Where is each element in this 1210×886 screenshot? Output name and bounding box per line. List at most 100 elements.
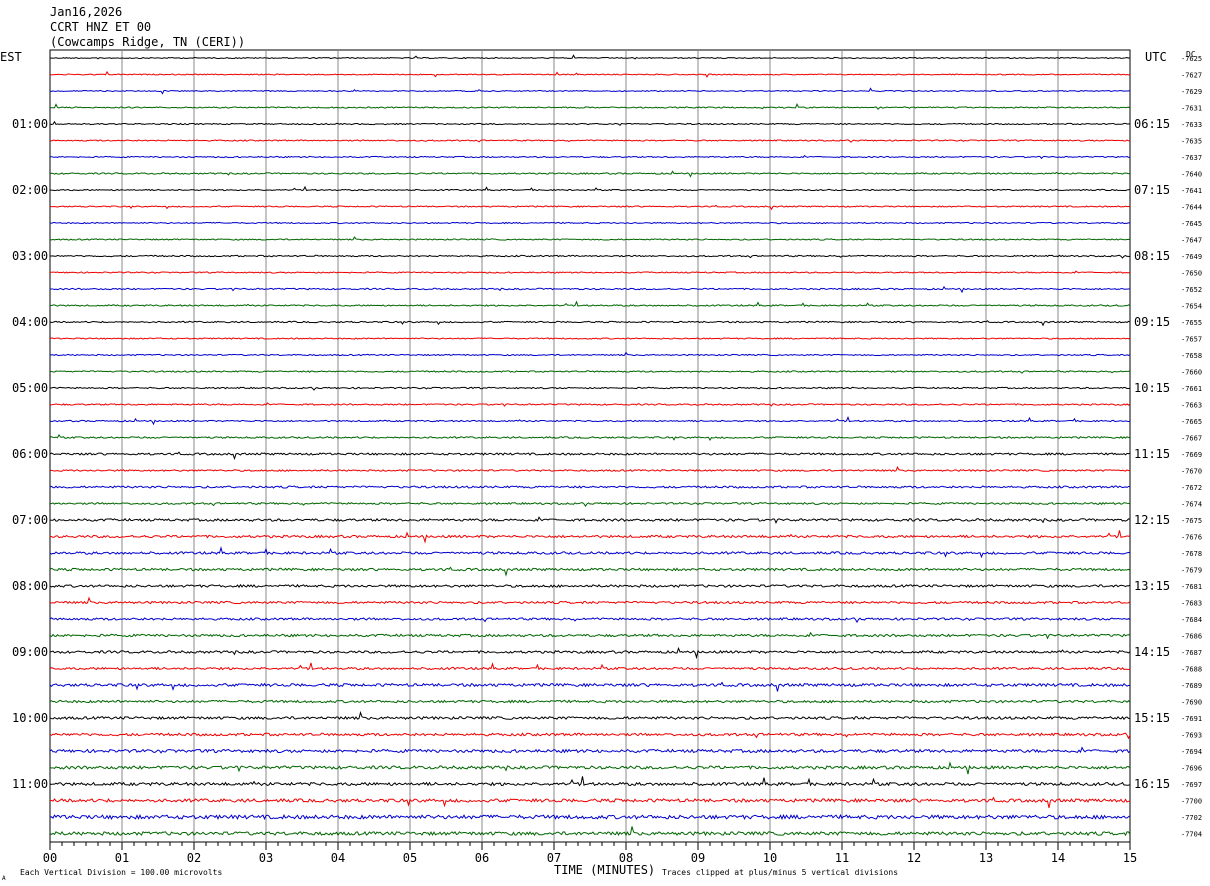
seismic-trace <box>49 236 1131 241</box>
dc-value: -7649 <box>1181 253 1202 261</box>
dc-value: -7645 <box>1181 220 1202 228</box>
dc-value: -7678 <box>1181 550 1202 558</box>
seismic-trace <box>49 87 1131 95</box>
x-tick-label: 05 <box>403 851 417 865</box>
header-location: (Cowcamps Ridge, TN (CERI)) <box>50 35 245 49</box>
seismic-trace <box>49 54 1131 60</box>
dc-value: -7641 <box>1181 187 1202 195</box>
dc-value: -7657 <box>1181 336 1202 344</box>
seismic-trace <box>49 270 1131 274</box>
x-tick-label: 00 <box>43 851 57 865</box>
dc-value: -7702 <box>1181 814 1202 822</box>
dc-value: -7687 <box>1181 649 1202 657</box>
left-hour-label: 10:00 <box>12 711 48 725</box>
dc-value: -7697 <box>1181 781 1202 789</box>
right-hour-label: 15:15 <box>1134 711 1170 725</box>
left-hour-label: 02:00 <box>12 183 48 197</box>
dc-value: -7667 <box>1181 435 1202 443</box>
seismic-trace <box>49 826 1131 837</box>
dc-value: -7690 <box>1181 699 1202 707</box>
left-hour-label: 05:00 <box>12 381 48 395</box>
dc-value: -7684 <box>1181 616 1202 624</box>
seismic-trace <box>49 681 1131 692</box>
dc-value: -7696 <box>1181 765 1202 773</box>
dc-value: -7675 <box>1181 517 1202 525</box>
dc-value: -7647 <box>1181 237 1202 245</box>
dc-value: -7654 <box>1181 303 1202 311</box>
seismic-trace <box>49 402 1131 407</box>
seismic-trace <box>49 796 1131 808</box>
dc-value: -7665 <box>1181 418 1202 426</box>
dc-value: -7669 <box>1181 451 1202 459</box>
dc-value: -7637 <box>1181 154 1202 162</box>
right-hour-label: 14:15 <box>1134 645 1170 659</box>
seismic-trace <box>49 813 1131 821</box>
seismic-trace <box>49 501 1131 507</box>
dc-value: -7676 <box>1181 534 1202 542</box>
seismic-trace <box>49 617 1131 624</box>
x-tick-label: 15 <box>1123 851 1137 865</box>
dc-value: -7670 <box>1181 468 1202 476</box>
seismic-trace <box>49 451 1131 461</box>
right-hour-label: 07:15 <box>1134 183 1170 197</box>
header-date: Jan16,2026 <box>50 5 122 19</box>
left-hour-label: 04:00 <box>12 315 48 329</box>
dc-value: -7681 <box>1181 583 1202 591</box>
seismic-trace <box>49 386 1131 391</box>
seismic-trace <box>49 221 1131 225</box>
dc-value: -7704 <box>1181 831 1202 839</box>
dc-value: -7660 <box>1181 369 1202 377</box>
dc-value: -7672 <box>1181 484 1202 492</box>
seismic-trace <box>49 204 1131 211</box>
dc-value: -7635 <box>1181 138 1202 146</box>
left-hour-label: 01:00 <box>12 117 48 131</box>
dc-value: -7694 <box>1181 748 1202 756</box>
seismic-trace <box>49 416 1131 426</box>
seismic-trace <box>49 710 1131 721</box>
dc-value: -7629 <box>1181 88 1202 96</box>
right-hour-label: 11:15 <box>1134 447 1170 461</box>
seismic-trace <box>49 70 1131 78</box>
seismic-trace <box>49 596 1131 605</box>
dc-value: -7655 <box>1181 319 1202 327</box>
seismic-trace <box>49 776 1131 787</box>
right-hour-label: 06:15 <box>1134 117 1170 131</box>
seismic-trace <box>49 583 1131 589</box>
seismic-trace <box>49 185 1131 192</box>
dc-value: -7625 <box>1181 55 1202 63</box>
dc-value: -7650 <box>1181 270 1202 278</box>
left-hour-label: 11:00 <box>12 777 48 791</box>
x-axis: 00 01 02 03 04 05 06 07 08 09 10 11 12 13 14 15 <box>43 842 1137 865</box>
x-tick-label: 13 <box>979 851 993 865</box>
dc-value: -7686 <box>1181 633 1202 641</box>
dc-value: -7700 <box>1181 798 1202 806</box>
x-tick-label: 01 <box>115 851 129 865</box>
left-hour-label: 09:00 <box>12 645 48 659</box>
seismic-trace <box>49 254 1131 259</box>
seismic-trace <box>49 485 1131 489</box>
seismic-trace <box>50 285 1131 294</box>
left-hour-label: 07:00 <box>12 513 48 527</box>
dc-value: -7652 <box>1181 286 1202 294</box>
x-tick-label: 04 <box>331 851 345 865</box>
seismic-trace <box>49 139 1131 143</box>
seismic-trace <box>49 662 1131 671</box>
seismic-trace <box>49 699 1131 704</box>
left-zone-label: EST <box>0 50 22 64</box>
dc-value: -7688 <box>1181 666 1202 674</box>
dc-value: -7658 <box>1181 352 1202 360</box>
x-tick-label: 06 <box>475 851 489 865</box>
left-hour-label: 08:00 <box>12 579 48 593</box>
helicorder-plot: Jan16,2026 CCRT HNZ ET 00 (Cowcamps Ridg… <box>0 5 1202 882</box>
dc-value: -7683 <box>1181 600 1202 608</box>
seismic-trace <box>49 466 1131 472</box>
right-hour-label: 12:15 <box>1134 513 1170 527</box>
x-tick-label: 02 <box>187 851 201 865</box>
right-hour-label: 09:15 <box>1134 315 1170 329</box>
scale-note: Each Vertical Division = 100.00 microvol… <box>20 868 222 877</box>
x-tick-label: 12 <box>907 851 921 865</box>
right-hour-label: 13:15 <box>1134 579 1170 593</box>
seismic-trace <box>49 103 1131 111</box>
x-tick-label: 11 <box>835 851 849 865</box>
x-tick-label: 03 <box>259 851 273 865</box>
